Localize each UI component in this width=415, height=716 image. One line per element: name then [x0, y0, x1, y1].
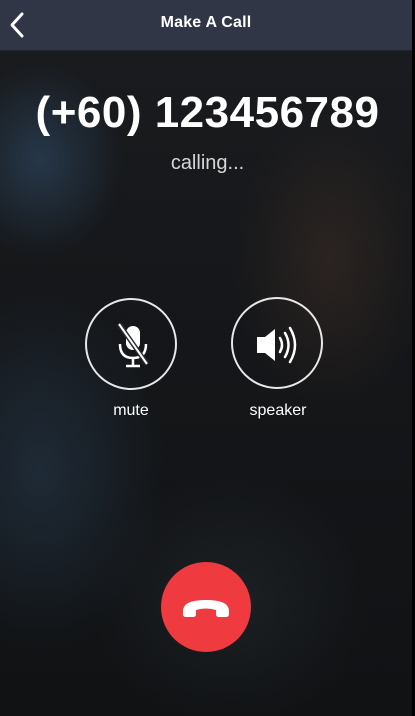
- top-bar: Make A Call: [0, 0, 412, 51]
- phone-number: (+60) 123456789: [35, 88, 380, 137]
- end-call-button[interactable]: [161, 562, 251, 652]
- page-title: Make A Call: [160, 14, 252, 31]
- call-status: calling...: [170, 152, 245, 174]
- speaker-icon: [257, 326, 297, 364]
- call-screen: Make A Call (+60) 123456789 calling... m…: [0, 0, 415, 716]
- speaker-button[interactable]: [231, 297, 323, 389]
- mute-button[interactable]: [85, 298, 177, 390]
- mic-off-icon: [116, 322, 150, 368]
- phone-hangup-icon: [183, 600, 229, 617]
- mute-label: mute: [113, 402, 149, 419]
- speaker-label: speaker: [249, 402, 307, 419]
